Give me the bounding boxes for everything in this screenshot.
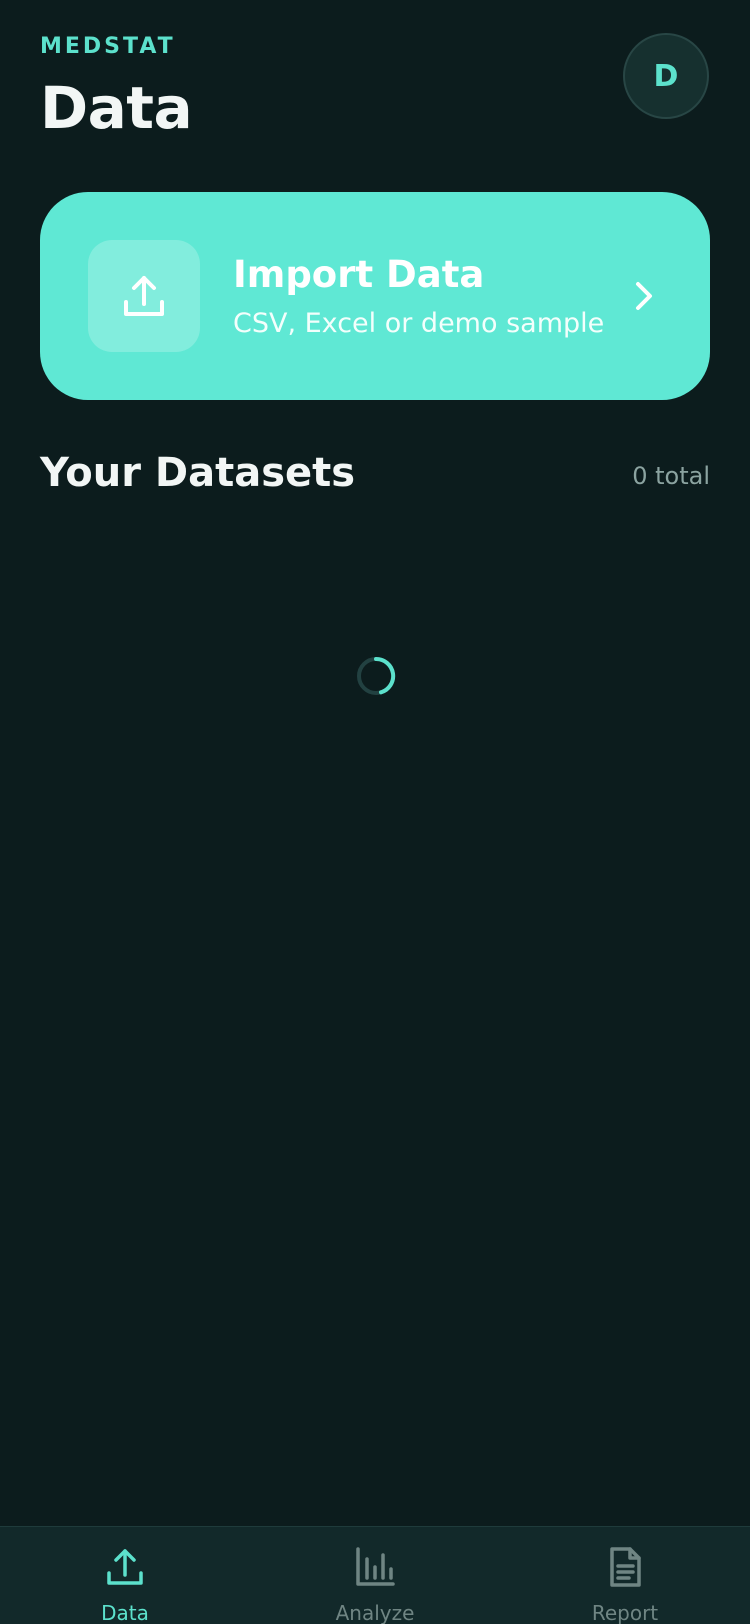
import-icon-container <box>88 240 200 352</box>
nav-label-data: Data <box>101 1601 149 1624</box>
import-subtitle: CSV, Excel or demo sample <box>233 308 605 339</box>
nav-item-analyze[interactable]: Analyze <box>250 1527 500 1624</box>
import-title: Import Data <box>233 253 485 296</box>
avatar-initial: D <box>653 58 679 94</box>
import-text-group: Import Data CSV, Excel or demo sample <box>233 253 633 339</box>
upload-icon <box>124 276 164 316</box>
chevron-right-icon <box>633 279 655 313</box>
nav-item-report[interactable]: Report <box>500 1527 750 1624</box>
brand-label: MEDSTAT <box>40 34 176 59</box>
upload-icon <box>102 1545 148 1589</box>
datasets-count: 0 total <box>632 462 710 490</box>
page-title: Data <box>40 74 193 142</box>
datasets-section-title: Your Datasets <box>40 450 356 496</box>
loading-spinner-icon <box>357 656 396 695</box>
nav-item-data[interactable]: Data <box>0 1527 250 1624</box>
document-icon <box>602 1545 648 1589</box>
bottom-nav: Data Analyze Report <box>0 1526 750 1624</box>
bar-chart-icon <box>352 1545 398 1589</box>
nav-label-analyze: Analyze <box>335 1601 415 1624</box>
nav-label-report: Report <box>591 1601 659 1624</box>
avatar[interactable]: D <box>623 33 709 119</box>
app-screen: MEDSTAT Data D Import Data CSV, Excel or… <box>0 0 750 1624</box>
import-data-card[interactable]: Import Data CSV, Excel or demo sample <box>40 192 710 400</box>
